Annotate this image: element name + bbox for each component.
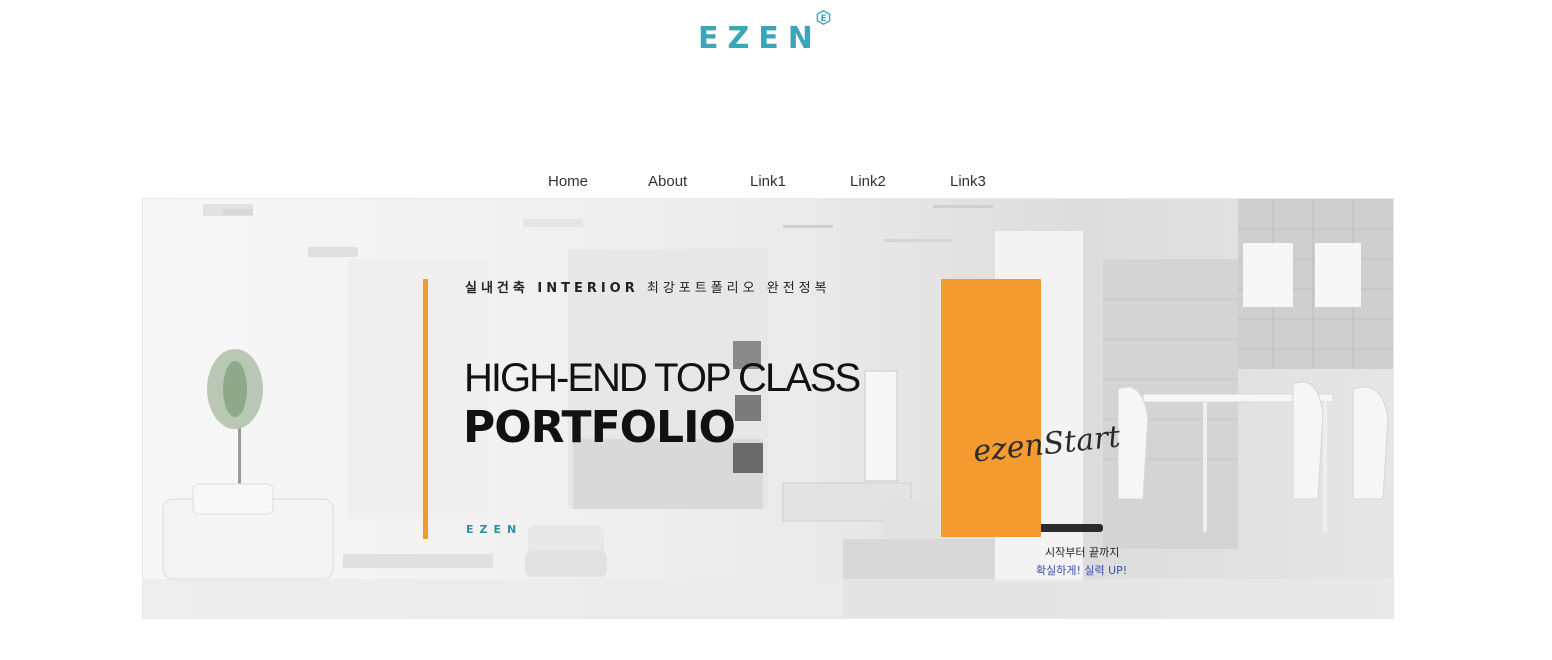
hero-subtitle-bold: 실내건축 INTERIOR [465,281,639,296]
nav-item-link3[interactable]: Link3 [950,173,986,190]
hero-accent-bar [423,279,428,539]
nav-item-link1[interactable]: Link1 [750,173,786,190]
logo-badge-icon: E [816,10,831,25]
hero-brand: EZEN [466,523,523,536]
site-logo[interactable]: EZEN E [698,10,831,58]
nav-item-home[interactable]: Home [548,173,588,190]
hero-subtitle: 실내건축 INTERIOR 최강포트폴리오 완전정복 [465,277,831,296]
nav-item-about[interactable]: About [648,173,687,190]
nav-item-link2[interactable]: Link2 [850,173,886,190]
hero-banner[interactable]: 실내건축 INTERIOR 최강포트폴리오 완전정복 HIGH-END TOP … [142,198,1394,619]
hero-headline-bold: PORTFOLIO [463,402,736,453]
hero-subtitle-rest: 최강포트폴리오 완전정복 [638,281,831,296]
page: EZEN E Home About Link1 Link2 Link3 실내건축… [0,0,1552,660]
interior-background-image [143,199,1393,618]
hero-card-line-1: 시작부터 끝까지 [1045,546,1120,559]
hero-headline: HIGH-END TOP CLASS [464,356,861,400]
logo-text: EZEN [698,21,822,56]
hero-card-line-2: 확실하게! 실력 UP! [1036,564,1128,577]
hero-orange-panel [941,279,1041,537]
logo-badge-letter: E [820,14,826,24]
